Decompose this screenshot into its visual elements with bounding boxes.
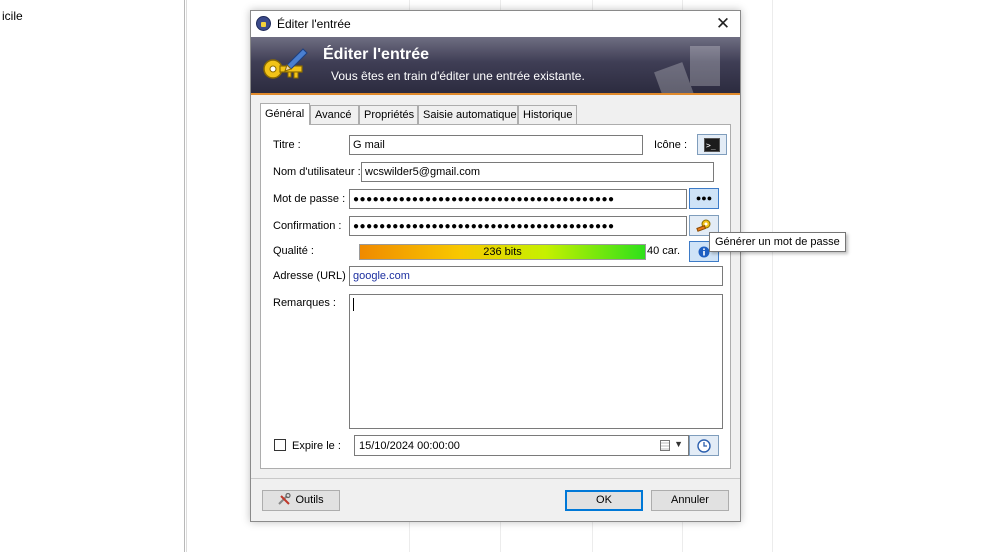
edit-entry-dialog: Éditer l'entrée ✕ Éditer l'entrée Vous ê… [250, 10, 741, 522]
sidebar-item-label[interactable]: icile [2, 9, 23, 23]
tab-properties[interactable]: Propriétés [359, 105, 418, 124]
chevron-down-icon[interactable]: ▼ [674, 439, 683, 449]
text-caret [353, 298, 354, 311]
quality-bits: 236 bits [483, 246, 522, 258]
icon-label: Icône : [654, 139, 688, 151]
calendar-icon[interactable] [660, 440, 670, 451]
password-generator-icon [696, 219, 711, 232]
password-input[interactable]: ●●●●●●●●●●●●●●●●●●●●●●●●●●●●●●●●●●●●●●●● [349, 189, 687, 209]
icon-picker-button[interactable]: >_ [697, 134, 727, 155]
window-title: Éditer l'entrée [277, 17, 351, 31]
expiry-date-value: 15/10/2024 00:00:00 [359, 440, 460, 452]
column-divider [772, 0, 773, 552]
title-bar[interactable]: Éditer l'entrée ✕ [251, 11, 740, 37]
notes-label: Remarques : [273, 297, 336, 309]
confirm-password-input[interactable]: ●●●●●●●●●●●●●●●●●●●●●●●●●●●●●●●●●●●●●●●● [349, 216, 687, 236]
tab-advanced[interactable]: Avancé [310, 105, 359, 124]
expiry-presets-button[interactable] [689, 435, 719, 456]
banner-subtitle: Vous êtes en train d'éditer une entrée e… [331, 69, 585, 83]
title-input[interactable]: G mail [349, 135, 643, 155]
tools-button[interactable]: Outils [262, 490, 340, 511]
username-label: Nom d'utilisateur : [273, 166, 361, 178]
clock-icon [697, 439, 711, 453]
password-length: 40 car. [647, 245, 681, 257]
sidebar-splitter [184, 0, 185, 552]
tools-icon [278, 492, 292, 505]
header-banner: Éditer l'entrée Vous êtes en train d'édi… [251, 37, 740, 95]
generate-password-tooltip: Générer un mot de passe [709, 232, 846, 252]
cancel-button[interactable]: Annuler [651, 490, 729, 511]
terminal-icon: >_ [704, 138, 720, 152]
ok-button[interactable]: OK [565, 490, 643, 511]
expiry-date-picker[interactable]: 15/10/2024 00:00:00 ▼ [354, 435, 689, 456]
banner-watermark-icon [654, 46, 720, 93]
title-label: Titre : [273, 139, 301, 151]
general-tab-panel: Titre : G mail Icône : >_ Nom d'utilisat… [260, 124, 731, 469]
expires-checkbox[interactable] [274, 439, 286, 451]
quality-label: Qualité : [273, 245, 314, 257]
confirm-label: Confirmation : [273, 220, 342, 232]
tab-auto-type[interactable]: Saisie automatique [418, 105, 518, 124]
keys-pencil-icon [263, 48, 308, 79]
svg-text:>_: >_ [706, 141, 716, 150]
keepass-lock-icon [256, 16, 271, 31]
show-password-button[interactable]: ●●● [689, 188, 719, 209]
close-button[interactable]: ✕ [712, 14, 734, 34]
notes-textarea[interactable] [349, 294, 723, 429]
password-label: Mot de passe : [273, 193, 346, 205]
password-quality-bar: 236 bits [359, 244, 646, 260]
url-label: Adresse (URL) : [273, 270, 352, 282]
tab-history[interactable]: Historique [518, 105, 577, 124]
button-area-divider [251, 478, 740, 479]
background-sidebar: icile [0, 0, 187, 552]
tools-button-label: Outils [295, 494, 324, 506]
username-input[interactable]: wcswilder5@gmail.com [361, 162, 714, 182]
url-input[interactable]: google.com [349, 266, 723, 286]
banner-title: Éditer l'entrée [323, 46, 430, 63]
expires-label[interactable]: Expire le : [292, 440, 341, 452]
tab-general[interactable]: Général [260, 103, 310, 125]
